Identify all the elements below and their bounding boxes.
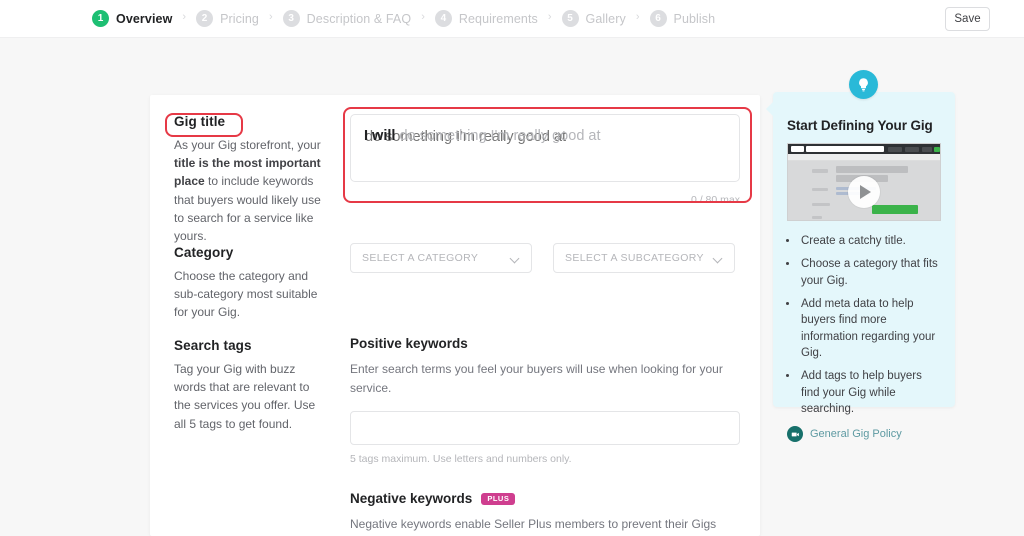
step-number-3: 3 xyxy=(282,10,300,27)
chevron-right-icon-2: › xyxy=(269,11,273,23)
gig-title-heading: Gig title xyxy=(174,114,226,129)
step-gallery[interactable]: 5 Gallery xyxy=(561,10,626,27)
positive-keywords-heading: Positive keywords xyxy=(350,336,468,351)
negative-keywords-block: Negative keywords PLUS Negative keywords… xyxy=(350,491,740,536)
gig-title-field-wrapper: I will do something I'm really good at 0… xyxy=(350,114,740,206)
thumbnail-logo xyxy=(791,146,804,152)
thumbnail-topbar xyxy=(788,144,940,154)
video-camera-glyph xyxy=(791,432,799,437)
step-label-overview: Overview xyxy=(116,11,173,26)
step-publish[interactable]: 6 Publish xyxy=(649,10,716,27)
positive-keywords-hint: 5 tags maximum. Use letters and numbers … xyxy=(350,453,572,466)
gig-title-input[interactable] xyxy=(350,114,740,182)
top-navigation-bar: 1 Overview › 2 Pricing › 3 Description &… xyxy=(0,0,1024,38)
save-button[interactable]: Save xyxy=(945,7,990,31)
category-selects-group: SELECT A CATEGORY SELECT A SUBCATEGORY xyxy=(350,243,735,273)
step-label-description-faq: Description & FAQ xyxy=(306,11,412,26)
negative-keywords-heading: Negative keywords xyxy=(350,491,473,507)
play-button-icon[interactable] xyxy=(848,175,880,208)
gig-title-desc-part1: As your Gig storefront, your xyxy=(174,138,321,152)
tip-item-3: Add meta data to help buyers find more i… xyxy=(799,296,941,361)
thumbnail-navbtn-4 xyxy=(934,146,940,152)
thumbnail-cta-button xyxy=(872,205,918,214)
negative-keywords-heading-row: Negative keywords PLUS xyxy=(350,491,740,506)
tips-sidebar-panel: Start Defining Your Gig • Create a catch… xyxy=(766,70,955,443)
lightbulb-icon xyxy=(859,78,868,92)
thumbnail-navbtn-3 xyxy=(922,146,932,152)
chevron-right-icon-5: › xyxy=(635,11,640,23)
positive-keywords-input[interactable] xyxy=(350,411,740,446)
lightbulb-icon-badge xyxy=(849,70,878,99)
gig-title-section: Gig title As your Gig storefront, your t… xyxy=(174,114,339,245)
thumbnail-subbar xyxy=(788,154,940,161)
category-section: Category Choose the category and sub-cat… xyxy=(174,245,339,322)
step-label-requirements: Requirements xyxy=(458,11,538,26)
tips-panel-title: Start Defining Your Gig xyxy=(787,118,933,133)
chevron-down-icon-category xyxy=(511,254,520,263)
search-tags-description: Tag your Gig with buzz words that are re… xyxy=(174,362,316,431)
step-number-6: 6 xyxy=(649,10,667,27)
thumbnail-line-4 xyxy=(812,188,828,191)
step-label-pricing: Pricing xyxy=(220,11,259,26)
step-pricing[interactable]: 2 Pricing xyxy=(196,10,259,27)
step-label-gallery: Gallery xyxy=(585,11,626,26)
step-requirements[interactable]: 4 Requirements xyxy=(434,10,538,27)
page-root: 1 Overview › 2 Pricing › 3 Description &… xyxy=(0,0,1024,536)
search-tags-left-column: Search tags Tag your Gig with buzz words… xyxy=(174,338,339,433)
gig-title-description: As your Gig storefront, your title is th… xyxy=(174,136,321,245)
general-gig-policy-link[interactable]: General Gig Policy xyxy=(787,426,941,443)
subcategory-select[interactable]: SELECT A SUBCATEGORY xyxy=(553,243,735,273)
tutorial-video-thumbnail[interactable] xyxy=(787,143,941,221)
thumbnail-line-8 xyxy=(812,216,822,219)
step-overview[interactable]: 1 Overview xyxy=(92,10,172,27)
search-tags-section: Search tags Tag your Gig with buzz words… xyxy=(174,338,339,433)
gig-overview-form-card: Gig title As your Gig storefront, your t… xyxy=(150,95,760,536)
chevron-right-icon-4: › xyxy=(547,11,552,23)
thumbnail-line-7 xyxy=(812,203,830,206)
seller-plus-badge: PLUS xyxy=(481,492,516,505)
category-select-value: SELECT A CATEGORY xyxy=(362,252,479,264)
thumbnail-navbtn-1 xyxy=(888,146,902,152)
thumbnail-searchbar xyxy=(806,146,884,152)
tip-item-2: Choose a category that fits your Gig. xyxy=(799,256,941,289)
gig-title-character-counter: 0 / 80 max xyxy=(690,194,740,206)
step-number-2: 2 xyxy=(196,10,214,27)
step-number-5: 5 xyxy=(561,10,579,27)
general-gig-policy-label: General Gig Policy xyxy=(810,428,902,441)
tips-bullet-list: Create a catchy title. Choose a category… xyxy=(799,233,941,417)
subcategory-select-value: SELECT A SUBCATEGORY xyxy=(565,252,704,264)
thumbnail-line-2 xyxy=(836,166,908,173)
tip-item-1: Create a catchy title. xyxy=(799,233,941,249)
chevron-right-icon-1: › xyxy=(182,11,187,23)
chevron-down-icon-subcategory xyxy=(714,254,723,263)
positive-keywords-description: Enter search terms you feel your buyers … xyxy=(350,362,723,395)
thumbnail-body xyxy=(788,161,940,220)
category-left-column: Category Choose the category and sub-cat… xyxy=(174,245,339,322)
thumbnail-line-1 xyxy=(812,169,828,173)
step-label-publish: Publish xyxy=(673,11,716,26)
step-description-faq[interactable]: 3 Description & FAQ xyxy=(282,10,412,27)
gig-title-left-column: Gig title As your Gig storefront, your t… xyxy=(174,114,339,245)
thumbnail-navbtn-2 xyxy=(905,146,919,152)
gig-creation-stepper: 1 Overview › 2 Pricing › 3 Description &… xyxy=(92,10,715,27)
category-select[interactable]: SELECT A CATEGORY xyxy=(350,243,532,273)
step-number-4: 4 xyxy=(434,10,452,27)
category-description: Choose the category and sub-category mos… xyxy=(174,269,318,320)
chevron-right-icon-3: › xyxy=(421,11,425,23)
search-tags-heading: Search tags xyxy=(174,338,252,353)
step-number-1: 1 xyxy=(92,10,109,27)
tip-item-4: Add tags to help buyers find your Gig wh… xyxy=(799,368,941,417)
keywords-column: Positive keywords Enter search terms you… xyxy=(350,336,740,536)
video-camera-icon xyxy=(787,426,803,443)
category-heading: Category xyxy=(174,245,234,260)
negative-keywords-description: Negative keywords enable Seller Plus mem… xyxy=(350,517,717,536)
